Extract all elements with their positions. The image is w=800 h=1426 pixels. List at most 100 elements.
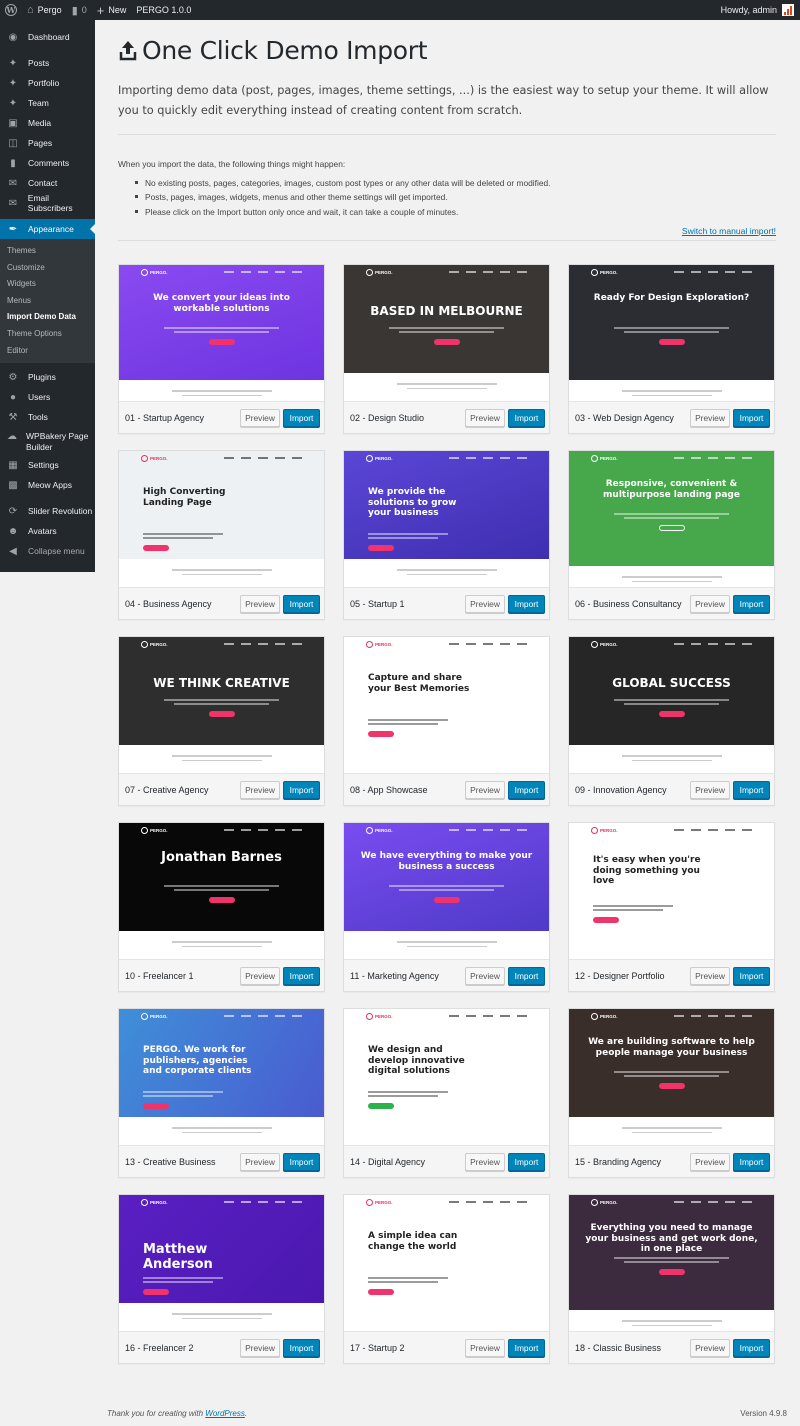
screenshot-headline: A simple idea can change the world [368, 1231, 458, 1252]
comments-link[interactable]: ▮ 0 [67, 0, 92, 20]
sidebar-item-wpbakery[interactable]: ☁ WPBakery Page Builder [0, 427, 95, 455]
import-button[interactable]: Import [733, 780, 770, 799]
sidebar-item-comments[interactable]: ▮ Comments [0, 153, 95, 173]
submenu-customize[interactable]: Customize [0, 260, 95, 277]
demo-screenshot[interactable]: PERGO. We have everything to make your b… [344, 823, 549, 960]
collapse-icon: ◀ [9, 545, 17, 557]
sidebar-item-team[interactable]: ✦ Team [0, 93, 95, 113]
import-button[interactable]: Import [283, 594, 320, 613]
screenshot-text-line [614, 1071, 729, 1074]
sidebar-item-pages[interactable]: ◫ Pages [0, 133, 95, 153]
submenu-menus[interactable]: Menus [0, 293, 95, 310]
new-content-link[interactable]: + New [92, 0, 132, 20]
import-button[interactable]: Import [508, 1152, 545, 1171]
sidebar-item-meow-apps[interactable]: ▩ Meow Apps [0, 475, 95, 495]
import-button[interactable]: Import [733, 408, 770, 427]
demo-screenshot[interactable]: PERGO. High Converting Landing Page [119, 451, 324, 588]
preview-button[interactable]: Preview [240, 594, 280, 613]
import-button[interactable]: Import [283, 966, 320, 985]
sidebar-item-plugins[interactable]: ⚙ Plugins [0, 367, 95, 387]
preview-button[interactable]: Preview [690, 594, 730, 613]
preview-button[interactable]: Preview [240, 408, 280, 427]
preview-button[interactable]: Preview [240, 1338, 280, 1357]
import-button[interactable]: Import [733, 594, 770, 613]
import-button[interactable]: Import [283, 1152, 320, 1171]
screenshot-nav: PERGO. [119, 1195, 324, 1209]
wordpress-link[interactable]: WordPress [205, 1409, 245, 1418]
site-name-link[interactable]: ⌂ Pergo [22, 0, 67, 20]
preview-button[interactable]: Preview [465, 594, 505, 613]
demo-screenshot[interactable]: PERGO. Matthew Anderson [119, 1195, 324, 1332]
account-menu[interactable]: Howdy, admin [721, 5, 777, 15]
submenu-import-demo-data[interactable]: Import Demo Data [0, 309, 95, 326]
submenu-theme-options[interactable]: Theme Options [0, 326, 95, 343]
import-button[interactable]: Import [283, 780, 320, 799]
preview-button[interactable]: Preview [240, 780, 280, 799]
preview-button[interactable]: Preview [690, 780, 730, 799]
camera-icon: ▩ [8, 479, 18, 491]
import-button[interactable]: Import [508, 780, 545, 799]
demo-screenshot[interactable]: PERGO. A simple idea can change the worl… [344, 1195, 549, 1332]
screenshot-nav: PERGO. [569, 823, 774, 837]
demo-screenshot[interactable]: PERGO. PERGO. We work for publishers, ag… [119, 1009, 324, 1146]
import-button[interactable]: Import [733, 966, 770, 985]
sidebar-item-tools[interactable]: ⚒ Tools [0, 407, 95, 427]
preview-button[interactable]: Preview [465, 1338, 505, 1357]
demo-screenshot[interactable]: PERGO. It's easy when you're doing somet… [569, 823, 774, 960]
preview-button[interactable]: Preview [240, 1152, 280, 1171]
sidebar-item-contact[interactable]: ✉ Contact [0, 173, 95, 193]
demo-screenshot[interactable]: PERGO. Responsive, convenient & multipur… [569, 451, 774, 588]
sidebar-item-posts[interactable]: ✦ Posts [0, 53, 95, 73]
demo-screenshot[interactable]: PERGO. Capture and share your Best Memor… [344, 637, 549, 774]
submenu-widgets[interactable]: Widgets [0, 276, 95, 293]
demo-screenshot[interactable]: PERGO. WE THINK CREATIVE [119, 637, 324, 774]
submenu-themes[interactable]: Themes [0, 243, 95, 260]
notice-item: Posts, pages, images, widgets, menus and… [135, 190, 776, 204]
sidebar-item-portfolio[interactable]: ✦ Portfolio [0, 73, 95, 93]
demo-screenshot[interactable]: PERGO. GLOBAL SUCCESS [569, 637, 774, 774]
sidebar-item-slider-revolution[interactable]: ⟳ Slider Revolution [0, 501, 95, 521]
comments-count: 0 [81, 5, 87, 15]
preview-button[interactable]: Preview [465, 780, 505, 799]
collapse-menu-button[interactable]: ◀ Collapse menu [0, 541, 95, 561]
preview-button[interactable]: Preview [690, 1152, 730, 1171]
preview-button[interactable]: Preview [690, 408, 730, 427]
screenshot-body [344, 383, 549, 390]
import-button[interactable]: Import [283, 408, 320, 427]
import-button[interactable]: Import [508, 1338, 545, 1357]
import-button[interactable]: Import [508, 966, 545, 985]
switch-to-manual-import-link[interactable]: Switch to manual import! [682, 226, 776, 236]
submenu-editor[interactable]: Editor [0, 343, 95, 360]
demo-screenshot[interactable]: PERGO. Everything you need to manage you… [569, 1195, 774, 1332]
sidebar-item-appearance[interactable]: ✒ Appearance [0, 219, 95, 239]
sidebar-item-users[interactable]: ● Users [0, 387, 95, 407]
demo-screenshot[interactable]: PERGO. BASED IN MELBOURNE [344, 265, 549, 402]
preview-button[interactable]: Preview [465, 408, 505, 427]
import-button[interactable]: Import [733, 1152, 770, 1171]
theme-link[interactable]: PERGO 1.0.0 [131, 0, 196, 20]
avatar[interactable] [782, 4, 794, 16]
sidebar-item-media[interactable]: ▣ Media [0, 113, 95, 133]
import-button[interactable]: Import [508, 594, 545, 613]
sidebar-item-avatars[interactable]: ☻ Avatars [0, 521, 95, 541]
sidebar-item-settings[interactable]: ▦ Settings [0, 455, 95, 475]
import-button[interactable]: Import [283, 1338, 320, 1357]
preview-button[interactable]: Preview [690, 966, 730, 985]
preview-button[interactable]: Preview [465, 1152, 505, 1171]
wp-logo-menu[interactable]: W [0, 0, 22, 20]
demo-screenshot[interactable]: PERGO. We are building software to help … [569, 1009, 774, 1146]
import-button[interactable]: Import [733, 1338, 770, 1357]
demo-screenshot[interactable]: PERGO. We convert your ideas into workab… [119, 265, 324, 402]
demo-screenshot[interactable]: PERGO. Jonathan Barnes [119, 823, 324, 960]
preview-button[interactable]: Preview [690, 1338, 730, 1357]
screenshot-nav: PERGO. [344, 265, 549, 279]
sidebar-item-dashboard[interactable]: ◉ Dashboard [0, 27, 95, 47]
preview-button[interactable]: Preview [465, 966, 505, 985]
sidebar-item-email-subscribers[interactable]: ✉ Email Subscribers [0, 193, 95, 213]
demo-screenshot[interactable]: PERGO. We provide the solutions to grow … [344, 451, 549, 588]
import-button[interactable]: Import [508, 408, 545, 427]
screenshot-text-line [368, 723, 438, 726]
demo-screenshot[interactable]: PERGO. We design and develop innovative … [344, 1009, 549, 1146]
demo-screenshot[interactable]: PERGO. Ready For Design Exploration? [569, 265, 774, 402]
preview-button[interactable]: Preview [240, 966, 280, 985]
